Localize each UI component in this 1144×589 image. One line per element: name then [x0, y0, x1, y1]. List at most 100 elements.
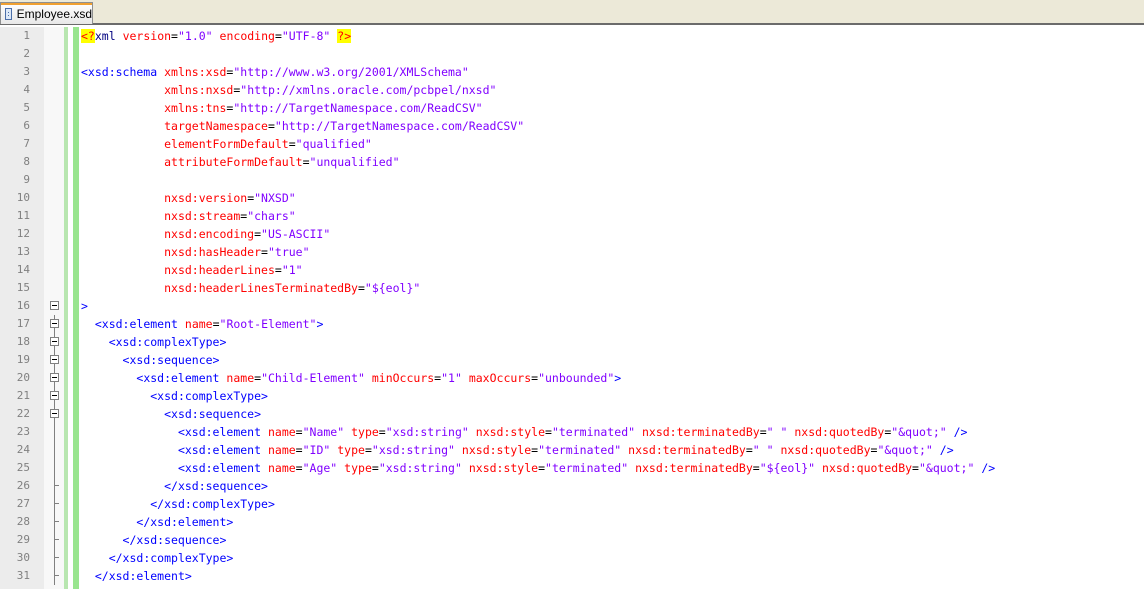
line-number: 11 [16, 209, 30, 222]
code-token: "http://www.w3.org/2001/XMLSchema" [233, 65, 469, 79]
code-line[interactable]: 20 <xsd:element name="Child-Element" min… [0, 369, 1144, 387]
code-line[interactable]: 5 xmlns:tns="http://TargetNamespace.com/… [0, 99, 1144, 117]
code-line[interactable]: 12 nxsd:encoding="US-ASCII" [0, 225, 1144, 243]
line-text: nxsd:headerLines="1" [81, 261, 303, 279]
tab-bar: Employee.xsd [0, 0, 1144, 25]
code-token: <xsd:schema [81, 65, 158, 79]
code-line[interactable]: 2 [0, 45, 1144, 63]
code-token: = [538, 461, 546, 475]
line-number: 1 [23, 29, 30, 42]
fold-toggle-icon[interactable] [50, 409, 59, 418]
fold-guide-line [54, 567, 55, 585]
fold-toggle-icon[interactable] [50, 301, 59, 310]
code-line[interactable]: 8 attributeFormDefault="unqualified" [0, 153, 1144, 171]
code-token: = [378, 425, 386, 439]
code-line[interactable]: 3 <xsd:schema xmlns:xsd="http://www.w3.or… [0, 63, 1144, 81]
code-token: "chars" [247, 209, 296, 223]
active-tab-indicator [1, 3, 92, 5]
code-line[interactable]: 19 <xsd:sequence> [0, 351, 1144, 369]
code-line[interactable]: 30 </xsd:complexType> [0, 549, 1144, 567]
code-token: <xsd:element [177, 443, 262, 457]
code-token: "qualified" [295, 137, 372, 151]
code-token: <xsd:sequence> [164, 407, 262, 421]
code-token: "http://TargetNamespace.com/ReadCSV" [233, 101, 483, 115]
line-text: <xsd:element name="Name" type="xsd:strin… [81, 423, 968, 441]
line-number: 5 [23, 101, 30, 114]
code-token: "Age" [302, 461, 338, 475]
code-line[interactable]: 25 <xsd:element name="Age" type="xsd:str… [0, 459, 1144, 477]
code-line[interactable]: 15 nxsd:headerLinesTerminatedBy="${eol}" [0, 279, 1144, 297]
line-text: nxsd:hasHeader="true" [81, 243, 309, 261]
code-token: /> [981, 461, 996, 475]
code-token: <xsd:complexType> [108, 335, 227, 349]
code-line[interactable]: 11 nxsd:stream="chars" [0, 207, 1144, 225]
line-text: <xsd:sequence> [81, 405, 261, 423]
line-text: targetNamespace="http://TargetNamespace.… [81, 117, 524, 135]
code-line[interactable]: 6 targetNamespace="http://TargetNamespac… [0, 117, 1144, 135]
code-token: = [171, 29, 178, 43]
code-token: = [371, 461, 379, 475]
code-line[interactable]: 13 nxsd:hasHeader="true" [0, 243, 1144, 261]
code-line[interactable]: 24 <xsd:element name="ID" type="xsd:stri… [0, 441, 1144, 459]
code-line[interactable]: 14 nxsd:headerLines="1" [0, 261, 1144, 279]
fold-toggle-icon[interactable] [50, 391, 59, 400]
code-line[interactable]: 28 </xsd:element> [0, 513, 1144, 531]
fold-toggle-icon[interactable] [50, 355, 59, 364]
line-number: 15 [16, 281, 30, 294]
code-editor[interactable]: 1 <?xml version="1.0" encoding="UTF-8" ?>… [0, 27, 1144, 589]
line-text: </xsd:complexType> [81, 549, 234, 567]
code-token: "NXSD" [254, 191, 296, 205]
line-text: > [81, 297, 88, 315]
code-line[interactable]: 16 > [0, 297, 1144, 315]
line-text: xmlns:tns="http://TargetNamespace.com/Re… [81, 99, 483, 117]
code-line[interactable]: 23 <xsd:element name="Name" type="xsd:st… [0, 423, 1144, 441]
line-text: nxsd:stream="chars" [81, 207, 296, 225]
code-line[interactable]: 17 <xsd:element name="Root-Element"> [0, 315, 1144, 333]
line-number: 13 [16, 245, 30, 258]
code-line[interactable]: 7 elementFormDefault="qualified" [0, 135, 1144, 153]
file-tab[interactable]: Employee.xsd [0, 2, 93, 24]
line-number: 24 [16, 443, 30, 456]
code-line[interactable]: 4 xmlns:nxsd="http://xmlns.oracle.com/pc… [0, 81, 1144, 99]
code-line[interactable]: 29 </xsd:sequence> [0, 531, 1144, 549]
code-line[interactable]: 21 <xsd:complexType> [0, 387, 1144, 405]
fold-guide-line [54, 549, 55, 567]
code-line[interactable]: 26 </xsd:sequence> [0, 477, 1144, 495]
code-token: </xsd:complexType> [108, 551, 234, 565]
fold-guide-line [54, 531, 55, 549]
code-token: </xsd:element> [136, 515, 234, 529]
fold-toggle-icon[interactable] [50, 319, 59, 328]
code-token: "ID" [302, 443, 331, 457]
code-line[interactable]: 27 </xsd:complexType> [0, 495, 1144, 513]
code-line[interactable]: 9 [0, 171, 1144, 189]
fold-guide-line [54, 495, 55, 513]
code-line[interactable]: 1 <?xml version="1.0" encoding="UTF-8" ?> [0, 27, 1144, 45]
code-token: > [81, 299, 88, 313]
fold-toggle-icon[interactable] [50, 373, 59, 382]
code-token: nxsd:terminatedBy [641, 425, 760, 439]
code-line[interactable]: 10 nxsd:version="NXSD" [0, 189, 1144, 207]
code-token: "unbounded" [538, 371, 615, 385]
fold-end-marker [54, 557, 59, 558]
code-token: xmlns:nxsd [164, 83, 234, 97]
code-token: "Name" [302, 425, 345, 439]
code-token: </xsd:complexType> [150, 497, 275, 511]
fold-end-marker [54, 503, 59, 504]
fold-end-marker [54, 575, 59, 576]
fold-end-marker [54, 539, 59, 540]
line-text: attributeFormDefault="unqualified" [81, 153, 399, 171]
code-line[interactable]: 22 <xsd:sequence> [0, 405, 1144, 423]
code-line[interactable]: 31 </xsd:element> [0, 567, 1144, 585]
xml-file-icon [5, 7, 12, 20]
line-text: <xsd:element name="Age" type="xsd:string… [81, 459, 995, 477]
line-number: 6 [23, 119, 30, 132]
fold-end-marker [54, 521, 59, 522]
code-line[interactable]: 18 <xsd:complexType> [0, 333, 1144, 351]
fold-toggle-icon[interactable] [50, 337, 59, 346]
